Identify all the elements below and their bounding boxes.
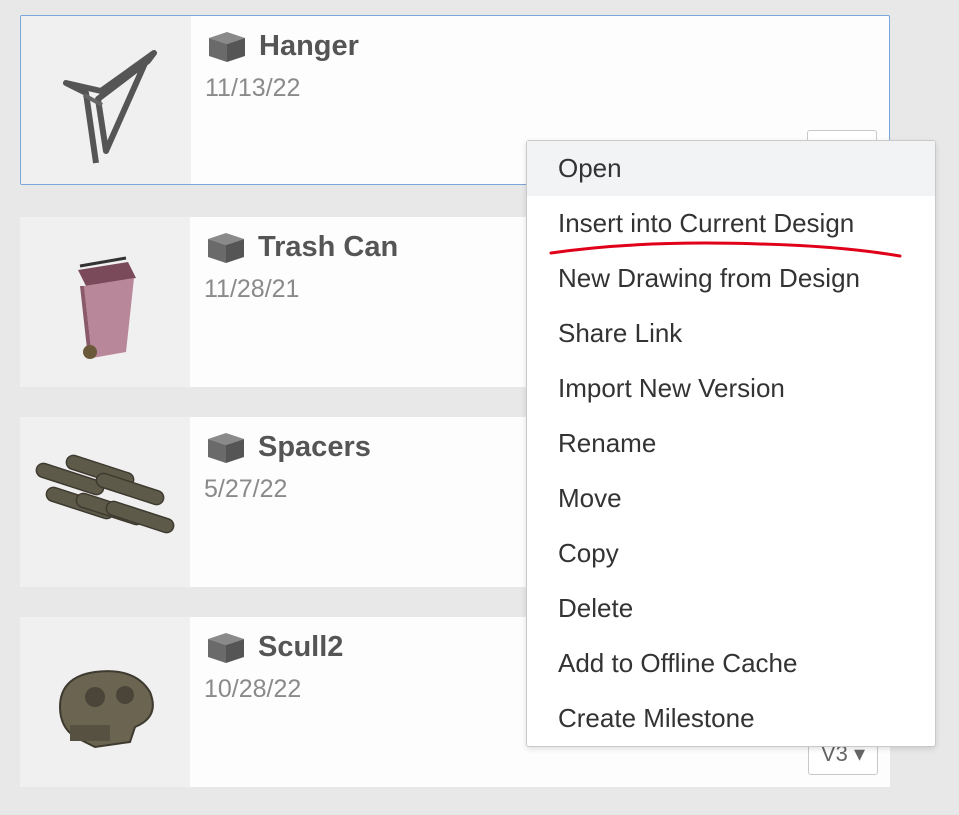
design-date: 11/28/21 [204, 275, 300, 303]
design-date: 10/28/22 [204, 675, 302, 703]
menu-item-import-new-version[interactable]: Import New Version [527, 361, 935, 416]
design-date: 5/27/22 [204, 475, 288, 503]
menu-item-add-to-offline-cache[interactable]: Add to Offline Cache [527, 636, 935, 691]
design-title[interactable]: Scull2 [258, 631, 343, 664]
menu-item-delete[interactable]: Delete [527, 581, 935, 636]
trash-can-thumbnail [20, 217, 190, 387]
design-title[interactable]: Hanger [259, 30, 359, 63]
menu-item-rename[interactable]: Rename [527, 416, 935, 471]
design-cube-icon [208, 633, 244, 663]
menu-item-move[interactable]: Move [527, 471, 935, 526]
design-date: 11/13/22 [205, 74, 301, 102]
design-title[interactable]: Spacers [258, 431, 371, 464]
design-title[interactable]: Trash Can [258, 231, 398, 264]
spacers-thumbnail [20, 417, 190, 587]
design-cube-icon [208, 433, 244, 463]
design-cube-icon [208, 233, 244, 263]
menu-item-new-drawing-from-design[interactable]: New Drawing from Design [527, 251, 935, 306]
scull2-thumbnail [20, 617, 190, 787]
context-menu: Open Insert into Current Design New Draw… [526, 140, 936, 747]
menu-item-open[interactable]: Open [527, 141, 935, 196]
hanger-thumbnail [21, 16, 191, 184]
menu-item-share-link[interactable]: Share Link [527, 306, 935, 361]
design-cube-icon [209, 32, 245, 62]
menu-item-insert-into-current-design[interactable]: Insert into Current Design [527, 196, 935, 251]
menu-item-create-milestone[interactable]: Create Milestone [527, 691, 935, 746]
menu-item-copy[interactable]: Copy [527, 526, 935, 581]
